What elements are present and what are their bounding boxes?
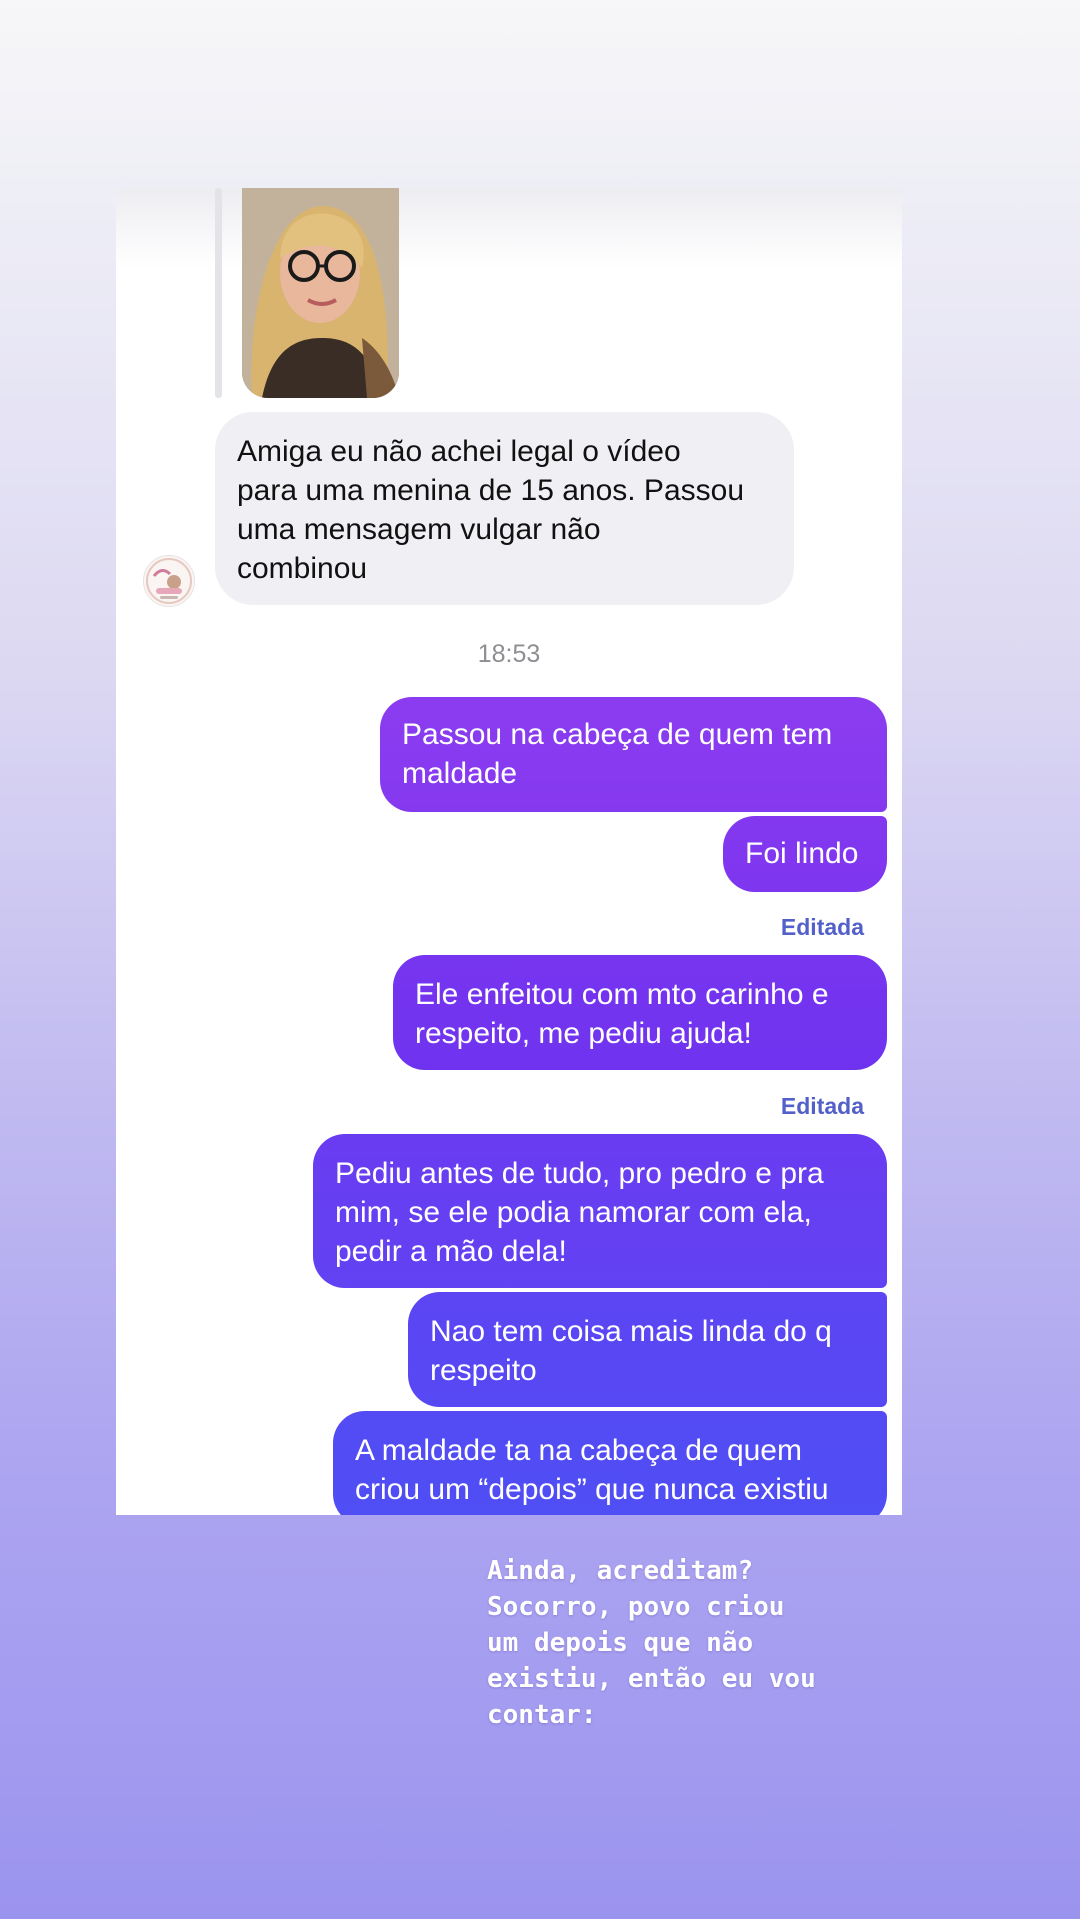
top-blur xyxy=(116,188,902,268)
outgoing-message[interactable]: A maldade ta na cabeça de quem criou um … xyxy=(333,1411,887,1515)
edited-label: Editada xyxy=(780,914,864,940)
incoming-message[interactable]: Amiga eu não achei legal o vídeo para um… xyxy=(215,412,794,605)
outgoing-message[interactable]: Nao tem coisa mais linda do q respeito xyxy=(408,1292,887,1407)
avatar-image xyxy=(144,556,194,606)
video-reply-thumbnail[interactable] xyxy=(242,188,399,398)
outgoing-message[interactable]: Pediu antes de tudo, pro pedro e pra mim… xyxy=(313,1134,887,1288)
chat-screenshot: Amiga eu não achei legal o vídeo para um… xyxy=(116,188,902,1515)
contact-avatar[interactable] xyxy=(143,555,195,607)
message-timestamp: 18:53 xyxy=(477,640,541,668)
outgoing-message[interactable]: Ele enfeitou com mto carinho e respeito,… xyxy=(393,955,887,1070)
outgoing-message[interactable]: Passou na cabeça de quem tem maldade xyxy=(380,697,887,812)
edited-label: Editada xyxy=(780,1093,864,1119)
story-caption: Ainda, acreditam? Socorro, povo criou um… xyxy=(487,1556,816,1730)
thumbnail-image xyxy=(242,188,399,398)
outgoing-message[interactable]: Foi lindo xyxy=(723,816,887,892)
reply-indicator-bar xyxy=(215,188,222,398)
